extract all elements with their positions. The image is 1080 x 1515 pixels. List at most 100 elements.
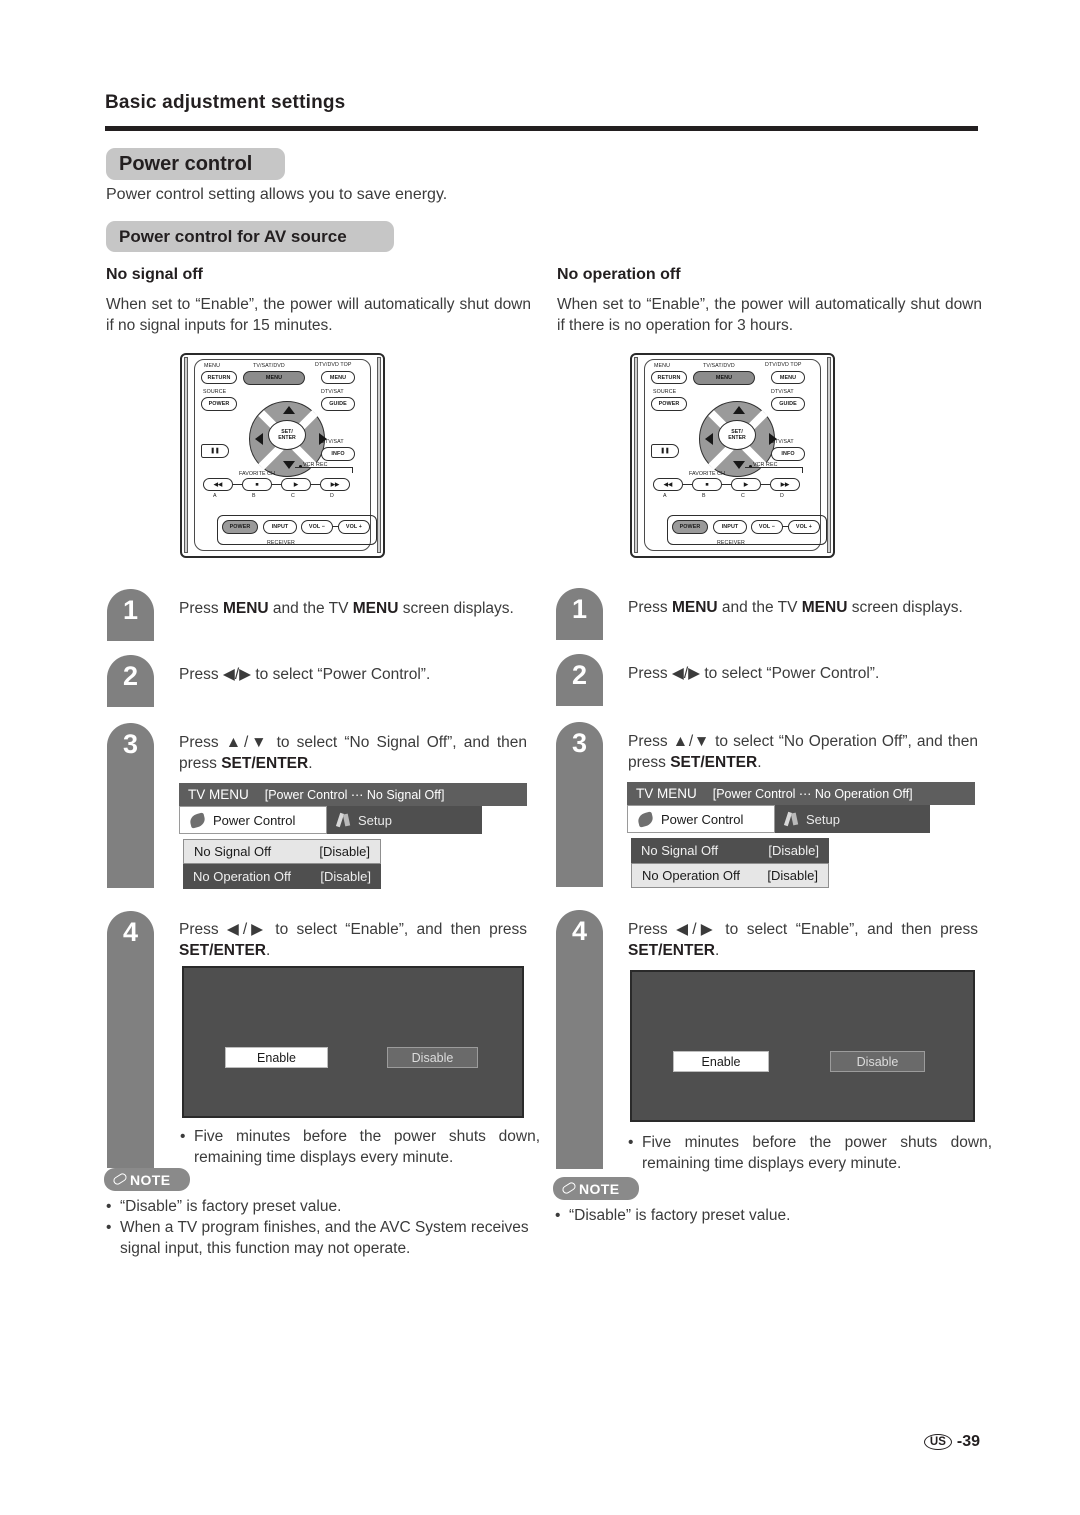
dtv-top-menu-button[interactable]: MENU xyxy=(771,371,805,384)
osd-row-no-signal-off[interactable]: No Signal Off [Disable] xyxy=(183,839,381,864)
left-arrow-icon[interactable] xyxy=(255,433,263,445)
tv-menu-button[interactable]: MENU xyxy=(243,371,305,385)
osd-tab-power-control[interactable]: Power Control xyxy=(627,805,775,833)
note-badge-right-label: NOTE xyxy=(579,1180,620,1197)
no-signal-off-intro: When set to “Enable”, the power will aut… xyxy=(106,296,531,334)
rew-button[interactable]: ◀◀ xyxy=(203,478,233,491)
step-number: 3 xyxy=(571,728,588,758)
remote-edge-left xyxy=(634,357,638,553)
bullet-dot-icon: • xyxy=(106,1219,112,1236)
source-power-button[interactable]: POWER xyxy=(651,397,687,411)
remote-face: MENU RETURN TV/SAT/DVD MENU DTV/DVD TOP MENU S… xyxy=(644,359,827,551)
ff-button[interactable]: ▶▶ xyxy=(770,478,800,491)
wrench-icon xyxy=(337,813,350,827)
bullet-dot-icon: • xyxy=(555,1207,561,1224)
step-text: Press ◀/▶ to select “Power Control”. xyxy=(179,666,431,683)
no-operation-off-heading: No operation off xyxy=(557,266,681,283)
osd-title-bar: TV MENU [Power Control ⋯ No Signal Off] xyxy=(179,783,527,806)
note-list-right: • “Disable” is factory preset value. xyxy=(553,1205,983,1226)
input-button[interactable]: INPUT xyxy=(713,520,747,534)
guide-button[interactable]: GUIDE xyxy=(771,397,805,411)
note-item: When a TV program finishes, and the AVC … xyxy=(120,1219,529,1257)
step-text: Press ◀/▶ to select “Enable”, and then p… xyxy=(179,921,527,959)
note-list-left: • “Disable” is factory preset value. • Whe… xyxy=(104,1196,534,1259)
osd-row-no-operation-off[interactable]: No Operation Off [Disable] xyxy=(631,863,829,888)
note-item: “Disable” is factory preset value. xyxy=(569,1207,791,1224)
stop-button[interactable]: ■ xyxy=(242,478,272,491)
remote-control-illustration-right: MENU RETURN TV/SAT/DVD MENU DTV/DVD TOP MENU S… xyxy=(630,353,835,558)
down-arrow-icon[interactable] xyxy=(283,461,295,469)
enable-button[interactable]: Enable xyxy=(673,1051,769,1072)
header-rule xyxy=(105,126,978,131)
down-arrow-icon[interactable] xyxy=(733,461,745,469)
osd-title-path: [Power Control ⋯ No Signal Off] xyxy=(264,788,445,802)
receiver-power-button[interactable]: POWER xyxy=(222,520,258,534)
stop-button[interactable]: ■ xyxy=(692,478,722,491)
osd-title-main: TV MENU xyxy=(188,787,249,802)
osd-tab-power-control[interactable]: Power Control xyxy=(179,806,327,834)
pause-button[interactable]: ❚❚ xyxy=(651,444,679,458)
osd-row-no-signal-off[interactable]: No Signal Off [Disable] xyxy=(631,838,829,863)
osd-row-value: [Disable] xyxy=(767,868,818,883)
dtv-top-menu-button[interactable]: MENU xyxy=(321,371,355,384)
play-button[interactable]: ▶ xyxy=(281,478,311,491)
after-bullet-left: • Five minutes before the power shuts do… xyxy=(180,1126,540,1168)
osd-row-value: [Disable] xyxy=(320,869,371,884)
wrench-icon xyxy=(785,812,798,826)
vol-up-button[interactable]: VOL + xyxy=(338,520,370,534)
step-number: 1 xyxy=(571,594,588,624)
return-button[interactable]: RETURN xyxy=(201,371,237,384)
set-enter-button[interactable]: SET/ENTER xyxy=(718,420,756,450)
vol-down-button[interactable]: VOL − xyxy=(301,520,333,534)
osd-row-no-operation-off[interactable]: No Operation Off [Disable] xyxy=(183,864,381,889)
up-arrow-icon[interactable] xyxy=(733,406,745,414)
page-section-title: Basic adjustment settings xyxy=(105,92,346,113)
after-bullet-right: • Five minutes before the power shuts do… xyxy=(628,1132,992,1174)
input-button[interactable]: INPUT xyxy=(263,520,297,534)
vol-down-button[interactable]: VOL − xyxy=(751,520,783,534)
osd-tab-setup[interactable]: Setup xyxy=(327,806,482,834)
play-button[interactable]: ▶ xyxy=(731,478,761,491)
info-button[interactable]: INFO xyxy=(321,447,355,461)
up-arrow-icon[interactable] xyxy=(283,406,295,414)
osd-row-label: No Operation Off xyxy=(642,868,741,883)
left-arrow-icon[interactable] xyxy=(705,433,713,445)
remote-face: MENU RETURN TV/SAT/DVD MENU DTV/DVD TOP MENU S… xyxy=(194,359,377,551)
pencil-icon xyxy=(112,1173,126,1186)
enable-disable-dialog-right: Enable Disable xyxy=(630,970,975,1122)
osd-tab-setup-label: Setup xyxy=(358,812,392,828)
step-number: 3 xyxy=(122,729,139,759)
step-text: Press ▲/▼ to select “No Signal Off”, and… xyxy=(179,734,527,772)
guide-button[interactable]: GUIDE xyxy=(321,397,355,411)
rew-button[interactable]: ◀◀ xyxy=(653,478,683,491)
note-badge-left: NOTE xyxy=(104,1168,190,1191)
osd-tab-setup[interactable]: Setup xyxy=(775,805,930,833)
pause-button[interactable]: ❚❚ xyxy=(201,444,229,458)
osd-row-value: [Disable] xyxy=(319,844,370,859)
remote-edge-right xyxy=(827,357,831,553)
ff-button[interactable]: ▶▶ xyxy=(320,478,350,491)
enable-button[interactable]: Enable xyxy=(225,1047,328,1068)
step-number: 1 xyxy=(122,595,139,625)
return-button[interactable]: RETURN xyxy=(651,371,687,384)
disable-button[interactable]: Disable xyxy=(387,1047,478,1068)
page-number: -39 xyxy=(956,1433,980,1450)
disable-button[interactable]: Disable xyxy=(830,1051,925,1072)
leaf-icon xyxy=(188,811,207,829)
note-badge-left-label: NOTE xyxy=(130,1171,171,1188)
step-bar xyxy=(556,910,603,1169)
bullet-dot-icon: • xyxy=(180,1128,186,1145)
receiver-power-button[interactable]: POWER xyxy=(672,520,708,534)
av-source-heading-label: Power control for AV source xyxy=(119,226,347,246)
info-button[interactable]: INFO xyxy=(771,447,805,461)
tv-menu-button[interactable]: MENU xyxy=(693,371,755,385)
vol-up-button[interactable]: VOL + xyxy=(788,520,820,534)
power-control-heading-chip: Power control xyxy=(106,148,285,180)
step-number: 4 xyxy=(122,917,139,947)
set-enter-button[interactable]: SET/ENTER xyxy=(268,420,306,450)
osd-row-label: No Signal Off xyxy=(641,843,719,858)
step-number: 2 xyxy=(122,661,139,691)
no-operation-off-intro: When set to “Enable”, the power will aut… xyxy=(557,296,982,334)
osd-title-path: [Power Control ⋯ No Operation Off] xyxy=(712,787,913,801)
source-power-button[interactable]: POWER xyxy=(201,397,237,411)
